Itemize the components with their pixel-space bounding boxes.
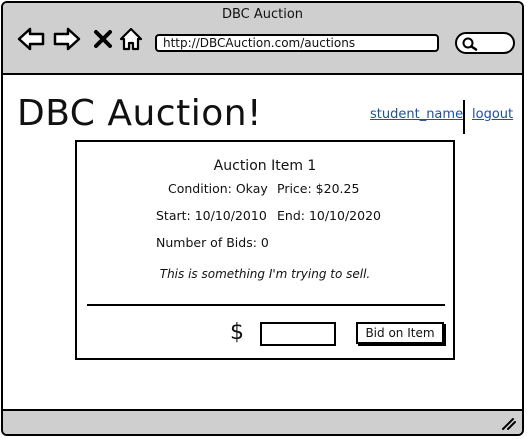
item-start-date: Start: 10/10/2010 bbox=[156, 208, 267, 223]
address-bar[interactable]: http://DBCAuction.com/auctions bbox=[155, 34, 439, 52]
stop-button[interactable] bbox=[89, 25, 117, 53]
item-description: This is something I'm trying to sell. bbox=[159, 267, 371, 281]
home-icon bbox=[119, 27, 143, 51]
currency-symbol: $ bbox=[230, 320, 244, 345]
close-icon bbox=[94, 30, 112, 48]
item-condition: Condition: Okay bbox=[168, 181, 268, 196]
resize-grip-icon[interactable] bbox=[500, 416, 516, 430]
bid-amount-input[interactable] bbox=[260, 322, 336, 346]
back-button[interactable] bbox=[17, 25, 45, 53]
item-end-date: End: 10/10/2020 bbox=[277, 208, 381, 223]
auction-item-card: Auction Item 1 Condition: Okay Price: $2… bbox=[75, 140, 455, 360]
forward-button[interactable] bbox=[53, 25, 81, 53]
item-bid-count: Number of Bids: 0 bbox=[156, 235, 269, 250]
page-title: DBC Auction! bbox=[17, 93, 262, 134]
status-bar bbox=[3, 409, 522, 434]
browser-chrome: DBC Auction http://DBCAuction.com/auctio… bbox=[3, 3, 522, 75]
card-divider bbox=[87, 304, 445, 306]
user-profile-link[interactable]: student_name bbox=[370, 107, 463, 122]
browser-window: DBC Auction http://DBCAuction.com/auctio… bbox=[1, 1, 524, 436]
logout-link[interactable]: logout bbox=[472, 107, 513, 122]
search-icon bbox=[462, 37, 478, 51]
item-price: Price: $20.25 bbox=[277, 181, 360, 196]
header-divider bbox=[463, 100, 465, 134]
search-field[interactable] bbox=[455, 32, 515, 54]
forward-arrow-icon bbox=[53, 27, 81, 51]
item-title: Auction Item 1 bbox=[213, 158, 317, 174]
back-arrow-icon bbox=[17, 27, 45, 51]
home-button[interactable] bbox=[117, 25, 145, 53]
bid-button[interactable]: Bid on Item bbox=[356, 322, 444, 344]
window-title: DBC Auction bbox=[221, 7, 304, 22]
